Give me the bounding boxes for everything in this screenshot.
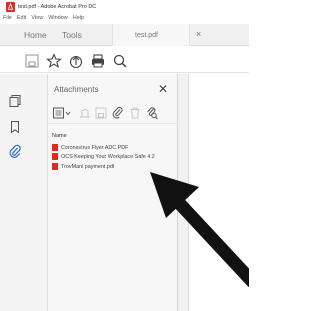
upload-icon[interactable]: [68, 53, 84, 69]
add-attachment-icon[interactable]: [111, 106, 125, 120]
attachments-panel: Attachments ✕ Name Coronavirus Flyer ADC…: [48, 74, 178, 311]
attachment-row[interactable]: Coronavirus Flyer ADC.PDF: [48, 143, 178, 152]
save-icon[interactable]: [24, 53, 40, 69]
tab-tools[interactable]: Tools: [62, 24, 82, 46]
pdf-file-icon: [52, 163, 58, 170]
tab-home[interactable]: Home: [24, 24, 47, 46]
menu-help[interactable]: Help: [73, 15, 84, 21]
menu-file[interactable]: File: [3, 15, 12, 21]
window-title: test.pdf - Adobe Acrobat Pro DC: [18, 3, 97, 10]
search-attachment-icon[interactable]: [145, 106, 159, 120]
menu-window[interactable]: Window: [48, 15, 68, 21]
pdf-file-icon: [52, 144, 58, 151]
document-page[interactable]: [188, 74, 249, 311]
pages-icon[interactable]: [8, 94, 22, 108]
window-titlebar: test.pdf - Adobe Acrobat Pro DC: [0, 0, 249, 13]
attachment-row[interactable]: OCS Keeping Your Workplace Safe 4.2: [48, 152, 178, 161]
attachments-panel-title: Attachments: [54, 85, 99, 94]
attachment-name: OCS Keeping Your Workplace Safe 4.2: [61, 153, 155, 160]
search-icon[interactable]: [112, 53, 128, 69]
attachments-toolbar: [48, 104, 178, 124]
paperclip-icon[interactable]: [8, 144, 22, 158]
attachment-name: TrovMani payment.pdf: [61, 163, 115, 170]
attachment-row[interactable]: TrovMani payment.pdf: [48, 162, 178, 171]
menu-bar: File Edit View Window Help: [0, 13, 249, 23]
close-panel-button[interactable]: ✕: [158, 82, 168, 96]
options-menu-icon[interactable]: [52, 106, 72, 120]
document-view: [178, 74, 249, 311]
bookmark-icon[interactable]: [8, 120, 22, 134]
print-icon[interactable]: [90, 53, 106, 69]
main-toolbar: [0, 47, 249, 73]
tab-document[interactable]: test.pdf: [112, 24, 190, 46]
tab-close-button[interactable]: ×: [196, 29, 201, 39]
delete-attachment-icon[interactable]: [128, 106, 142, 120]
attachment-name: Coronavirus Flyer ADC.PDF: [61, 144, 129, 151]
menu-view[interactable]: View: [31, 15, 43, 21]
open-attachment-icon[interactable]: [78, 106, 92, 120]
navigation-rail: [0, 74, 48, 311]
acrobat-app-icon: [6, 1, 15, 12]
save-attachment-icon[interactable]: [94, 106, 108, 120]
menu-edit[interactable]: Edit: [17, 15, 26, 21]
column-header-name[interactable]: Name: [48, 133, 178, 139]
tab-bar: Home Tools test.pdf ×: [0, 24, 249, 46]
star-icon[interactable]: [46, 53, 62, 69]
attachments-panel-header: Attachments ✕: [48, 82, 178, 98]
pdf-file-icon: [52, 153, 58, 160]
